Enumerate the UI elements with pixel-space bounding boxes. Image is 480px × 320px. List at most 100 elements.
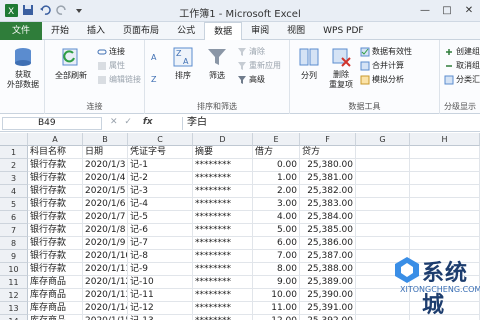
cell-d[interactable]: ******** (193, 302, 253, 315)
cell-empty[interactable] (410, 237, 480, 250)
cell-d[interactable]: ******** (193, 172, 253, 185)
cell-e[interactable]: 11.00 (253, 302, 300, 315)
insert-function-icon[interactable]: fx (143, 117, 153, 127)
column-header-a[interactable]: A (28, 133, 83, 146)
cell-a[interactable]: 银行存款 (28, 250, 83, 263)
cell-b[interactable]: 2020/1/14 (83, 302, 128, 315)
cell-empty[interactable] (410, 146, 480, 159)
column-header-h[interactable]: H (410, 133, 480, 146)
column-header-g[interactable]: G (356, 133, 410, 146)
cell-f[interactable]: 25,391.00 (300, 302, 356, 315)
cell-e[interactable]: 4.00 (253, 211, 300, 224)
cell-e[interactable]: 10.00 (253, 289, 300, 302)
cell-a[interactable]: 库存商品 (28, 276, 83, 289)
cancel-icon[interactable]: ✕ (110, 117, 118, 127)
cell-a[interactable]: 银行存款 (28, 237, 83, 250)
row-header[interactable]: 12 (0, 289, 28, 302)
cell-a[interactable]: 银行存款 (28, 211, 83, 224)
cell-c[interactable]: 凭证字号 (128, 146, 193, 159)
connections-button[interactable]: 连接 (97, 46, 125, 57)
cell-empty[interactable] (356, 185, 410, 198)
cell-e[interactable]: 1.00 (253, 172, 300, 185)
cell-f[interactable]: 25,390.00 (300, 289, 356, 302)
row-header[interactable]: 3 (0, 172, 28, 185)
row-header[interactable]: 5 (0, 198, 28, 211)
cell-d[interactable]: ******** (193, 211, 253, 224)
cell-empty[interactable] (410, 224, 480, 237)
row-header[interactable]: 10 (0, 263, 28, 276)
column-header-f[interactable]: F (300, 133, 356, 146)
close-button[interactable]: ✕ (458, 0, 480, 20)
cell-empty[interactable] (410, 172, 480, 185)
cell-f[interactable]: 25,387.00 (300, 250, 356, 263)
name-box[interactable]: B49 (2, 117, 102, 130)
row-header[interactable]: 14 (0, 315, 28, 320)
column-header-e[interactable]: E (253, 133, 300, 146)
subtotal-button[interactable]: 分类汇总 (444, 74, 480, 85)
cell-empty[interactable] (410, 198, 480, 211)
tab-wps-pdf[interactable]: WPS PDF (314, 22, 372, 40)
row-header[interactable]: 4 (0, 185, 28, 198)
cell-a[interactable]: 科目名称 (28, 146, 83, 159)
column-header-d[interactable]: D (193, 133, 253, 146)
cell-e[interactable]: 5.00 (253, 224, 300, 237)
cell-f[interactable]: 25,389.00 (300, 276, 356, 289)
cell-d[interactable]: ******** (193, 224, 253, 237)
cell-b[interactable]: 2020/1/4 (83, 172, 128, 185)
cell-empty[interactable] (356, 315, 410, 320)
cell-e[interactable]: 9.00 (253, 276, 300, 289)
what-if-analysis-button[interactable]: 模拟分析 (360, 74, 404, 85)
cell-f[interactable]: 25,392.00 (300, 315, 356, 320)
sort-ascending-button[interactable]: A (151, 52, 161, 62)
cell-a[interactable]: 银行存款 (28, 224, 83, 237)
cell-a[interactable]: 银行存款 (28, 185, 83, 198)
ungroup-button[interactable]: 取消组合 (444, 60, 480, 71)
cell-b[interactable]: 2020/1/11 (83, 263, 128, 276)
cell-d[interactable]: ******** (193, 263, 253, 276)
cell-c[interactable]: 记-12 (128, 302, 193, 315)
formula-input[interactable]: 李白 (182, 117, 478, 130)
cell-d[interactable]: ******** (193, 198, 253, 211)
tab-home[interactable]: 开始 (42, 22, 78, 40)
cell-empty[interactable] (356, 211, 410, 224)
tab-page-layout[interactable]: 页面布局 (114, 22, 168, 40)
clear-button[interactable]: 清除 (237, 46, 265, 57)
cell-e[interactable]: 12.00 (253, 315, 300, 320)
cell-b[interactable]: 2020/1/7 (83, 211, 128, 224)
cell-empty[interactable] (356, 224, 410, 237)
group-button[interactable]: 创建组 (444, 46, 480, 57)
tab-formulas[interactable]: 公式 (168, 22, 204, 40)
cell-b[interactable]: 2020/1/12 (83, 276, 128, 289)
cell-d[interactable]: ******** (193, 289, 253, 302)
sort-button[interactable]: ZA 排序 (169, 46, 197, 81)
minimize-button[interactable]: — (414, 0, 436, 20)
cell-d[interactable]: ******** (193, 185, 253, 198)
cell-d[interactable]: ******** (193, 250, 253, 263)
cell-b[interactable]: 2020/1/6 (83, 198, 128, 211)
cell-a[interactable]: 库存商品 (28, 302, 83, 315)
cell-b[interactable]: 日期 (83, 146, 128, 159)
cell-b[interactable]: 2020/1/15 (83, 315, 128, 320)
refresh-all-button[interactable]: 全部刷新 (51, 46, 91, 81)
cell-empty[interactable] (356, 146, 410, 159)
cell-empty[interactable] (410, 211, 480, 224)
cell-c[interactable]: 记-4 (128, 198, 193, 211)
cell-e[interactable]: 6.00 (253, 237, 300, 250)
cell-c[interactable]: 记-6 (128, 224, 193, 237)
cell-a[interactable]: 库存商品 (28, 315, 83, 320)
row-header[interactable]: 9 (0, 250, 28, 263)
cell-e[interactable]: 8.00 (253, 263, 300, 276)
cell-empty[interactable] (356, 172, 410, 185)
cell-b[interactable]: 2020/1/8 (83, 224, 128, 237)
remove-duplicates-button[interactable]: 删除 重复项 (326, 46, 356, 90)
row-header[interactable]: 6 (0, 211, 28, 224)
column-header-b[interactable]: B (83, 133, 128, 146)
row-header[interactable]: 8 (0, 237, 28, 250)
cell-a[interactable]: 银行存款 (28, 263, 83, 276)
cell-empty[interactable] (356, 159, 410, 172)
cell-b[interactable]: 2020/1/9 (83, 237, 128, 250)
cell-c[interactable]: 记-2 (128, 172, 193, 185)
enter-icon[interactable]: ✓ (124, 117, 132, 127)
cell-empty[interactable] (410, 185, 480, 198)
cell-e[interactable]: 7.00 (253, 250, 300, 263)
